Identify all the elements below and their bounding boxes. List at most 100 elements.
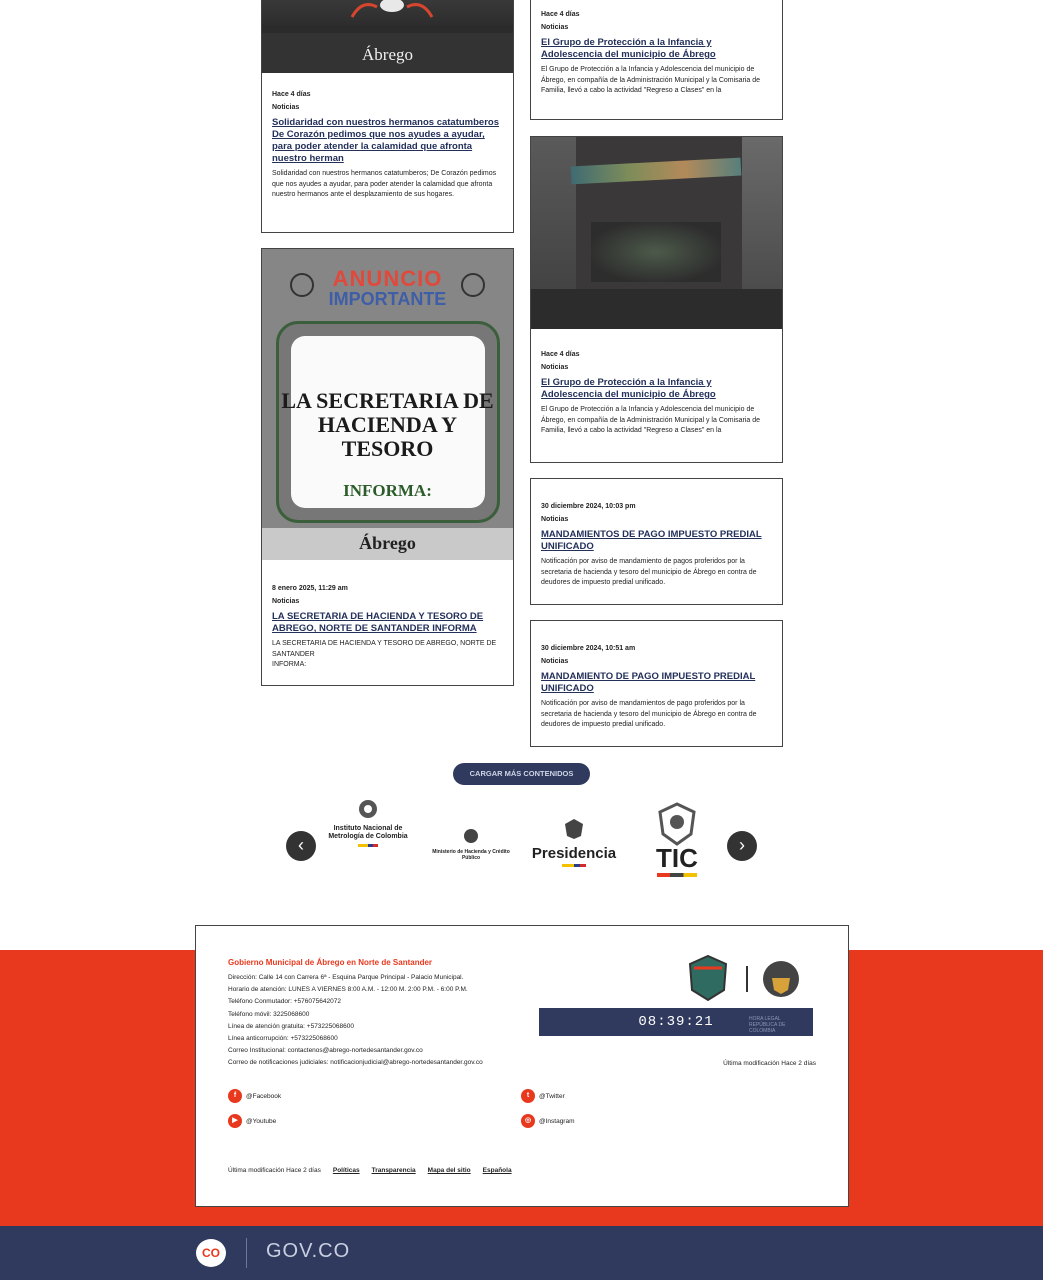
news-card[interactable]: Hace 4 días Noticias El Grupo de Protecc… <box>530 0 783 120</box>
youtube-icon: ▶ <box>228 1114 242 1128</box>
flag-stripe <box>358 844 378 847</box>
card-category: Noticias <box>272 104 300 111</box>
flag-stripe <box>657 873 697 877</box>
partner-logo-metrologia[interactable]: Instituto Nacional de Metrología de Colo… <box>318 798 418 847</box>
govco-logo[interactable]: GOV.CO <box>266 1240 350 1263</box>
footer-line-mobile: Teléfono móvil: 3225068600 <box>228 1010 310 1018</box>
news-card[interactable]: Hace 4 días Noticias El Grupo de Protecc… <box>530 136 783 463</box>
twitter-label: @Twitter <box>539 1092 565 1100</box>
municipal-shield-icon <box>688 954 728 1002</box>
card-summary-line: INFORMA: <box>272 661 307 668</box>
footer-line-judicial-email[interactable]: Correo de notificaciones judiciales: not… <box>228 1057 483 1069</box>
legal-time-clock: 08:39:21 HORA LEGAL REPÚBLICA DE COLOMBI… <box>539 1008 813 1036</box>
social-youtube-link[interactable]: ▶ @Youtube <box>228 1114 276 1128</box>
abrego-logo: Ábrego <box>359 533 416 553</box>
coat-of-arms-icon <box>658 802 696 846</box>
card-title-link[interactable]: El Grupo de Protección a la Infancia y A… <box>541 37 772 61</box>
footer-line-hours: Horario de atención: LUNES A VIERNES 8:0… <box>228 986 468 994</box>
youtube-label: @Youtube <box>246 1117 277 1125</box>
facebook-icon: f <box>228 1089 242 1103</box>
announcement-word: ANUNCIO <box>332 266 443 291</box>
govco-divider <box>246 1238 247 1268</box>
partner-name: Instituto Nacional de Metrología de Colo… <box>328 825 408 840</box>
card-date: 30 diciembre 2024, 10:03 pm <box>541 503 636 510</box>
logo-divider <box>746 966 748 992</box>
card-category: Noticias <box>272 598 300 605</box>
coat-of-arms-icon <box>565 819 583 839</box>
footer-line-anticorruption: Línea anticorrupción: +573225068600 <box>228 1035 338 1043</box>
card-title-link[interactable]: MANDAMIENTOS DE PAGO IMPUESTO PREDIAL UN… <box>541 529 772 553</box>
co-logo[interactable]: CO <box>196 1239 226 1267</box>
news-card[interactable]: Ábrego Hace 4 días Noticias Solidaridad … <box>261 0 514 233</box>
card-summary: Solidaridad con nuestros hermanos catatu… <box>272 170 497 198</box>
carousel-next-button[interactable]: › <box>727 831 757 861</box>
announcement-heading: ANUNCIO IMPORTANTE <box>262 266 513 310</box>
facebook-label: @Facebook <box>246 1092 282 1100</box>
news-card[interactable]: ANUNCIO IMPORTANTE LA SECRETARIA DE HACI… <box>261 248 514 686</box>
footer-contact-info: Dirección: Calle 14 con Carrera 6ª - Esq… <box>228 972 483 1070</box>
footer-line-address: Dirección: Calle 14 con Carrera 6ª - Esq… <box>228 974 464 981</box>
card-summary: LA SECRETARIA DE HACIENDA Y TESORO DE AB… <box>272 639 503 671</box>
footer-card: Gobierno Municipal de Ábrego en Norte de… <box>195 925 849 1207</box>
link-mapa-del-sitio[interactable]: Mapa del sitio <box>428 1167 471 1174</box>
card-category: Noticias <box>541 516 569 523</box>
card-title-link[interactable]: Solidaridad con nuestros hermanos catatu… <box>272 117 503 165</box>
govco-bar: CO GOV.CO <box>0 1226 1043 1280</box>
card-summary: El Grupo de Protección a la Infancia y A… <box>541 66 761 94</box>
partner-logo-presidencia[interactable]: Presidencia <box>530 818 618 867</box>
load-more-button[interactable]: CARGAR MÁS CONTENIDOS <box>453 763 590 785</box>
card-date: Hace 4 días <box>541 11 580 18</box>
last-modified: Última modificación Hace 2 días <box>228 1167 321 1174</box>
partner-name: Presidencia <box>531 845 617 862</box>
announcement-informa: INFORMA: <box>343 481 432 500</box>
partner-logo-tic[interactable]: TIC <box>650 802 704 877</box>
card-title-link[interactable]: MANDAMIENTO DE PAGO IMPUESTO PREDIAL UNI… <box>541 671 772 695</box>
card-summary: Notificación por aviso de mandamientos d… <box>541 700 757 728</box>
card-title-link[interactable]: LA SECRETARIA DE HACIENDA Y TESORO DE AB… <box>272 611 503 635</box>
link-politicas[interactable]: Políticas <box>333 1167 360 1174</box>
card-date: 30 diciembre 2024, 10:51 am <box>541 645 636 652</box>
partner-name: Ministerio de Hacienda y Crédito Público <box>432 849 510 861</box>
news-card-photo <box>531 137 782 329</box>
coat-of-arms-icon <box>464 829 478 843</box>
clock-note: HORA LEGAL REPÚBLICA DE COLOMBIA <box>749 1016 786 1034</box>
carousel-prev-button[interactable]: ‹ <box>286 831 316 861</box>
link-transparencia[interactable]: Transparencia <box>372 1167 416 1174</box>
coat-of-arms-icon <box>359 800 377 818</box>
colombia-coat-of-arms-icon <box>763 961 799 997</box>
card-category: Noticias <box>541 364 569 371</box>
footer-line-email[interactable]: Correo Institucional: contactenos@abrego… <box>228 1045 483 1057</box>
photo-street <box>531 289 782 329</box>
footer-line-phone: Teléfono Conmutador: +576075642072 <box>228 998 341 1006</box>
important-word: IMPORTANTE <box>328 289 447 309</box>
instagram-label: @Instagram <box>539 1117 575 1125</box>
last-modified-right: Última modificación Hace 2 días <box>723 1060 816 1067</box>
news-card-image: Ábrego <box>262 0 513 73</box>
social-facebook-link[interactable]: f @Facebook <box>228 1089 281 1103</box>
card-summary-line: LA SECRETARIA DE HACIENDA Y TESORO DE AB… <box>272 640 497 658</box>
social-instagram-link[interactable]: ◎ @Instagram <box>521 1114 575 1128</box>
social-twitter-link[interactable]: t @Twitter <box>521 1089 565 1103</box>
news-card[interactable]: 30 diciembre 2024, 10:51 am Noticias MAN… <box>530 620 783 747</box>
card-date: Hace 4 días <box>272 91 311 98</box>
footer-bottom-links: Última modificación Hace 2 días Política… <box>228 1167 512 1174</box>
footer-line-free: Línea de atención gratuita: +57322506860… <box>228 1022 354 1030</box>
photo-banner <box>570 157 742 185</box>
instagram-icon: ◎ <box>521 1114 535 1128</box>
partner-name: TIC <box>656 843 698 873</box>
announcement-image: ANUNCIO IMPORTANTE LA SECRETARIA DE HACI… <box>262 249 513 560</box>
announcement-secretaria: LA SECRETARIA DE HACIENDA Y TESORO <box>281 388 494 461</box>
twitter-icon: t <box>521 1089 535 1103</box>
news-card[interactable]: 30 diciembre 2024, 10:03 pm Noticias MAN… <box>530 478 783 605</box>
link-espanola[interactable]: Española <box>483 1167 512 1174</box>
footer-title: Gobierno Municipal de Ábrego en Norte de… <box>228 958 433 967</box>
hands-illustration <box>350 0 434 18</box>
card-summary: Notificación por aviso de mandamiento de… <box>541 558 757 586</box>
card-title-link[interactable]: El Grupo de Protección a la Infancia y A… <box>541 377 772 401</box>
abrego-logo: Ábrego <box>362 45 413 64</box>
card-date: Hace 4 días <box>541 351 580 358</box>
card-date: 8 enero 2025, 11:29 am <box>272 585 348 592</box>
flag-stripe <box>562 864 586 867</box>
partner-logo-hacienda[interactable]: Ministerio de Hacienda y Crédito Público <box>432 828 510 861</box>
photo-people <box>591 222 721 282</box>
